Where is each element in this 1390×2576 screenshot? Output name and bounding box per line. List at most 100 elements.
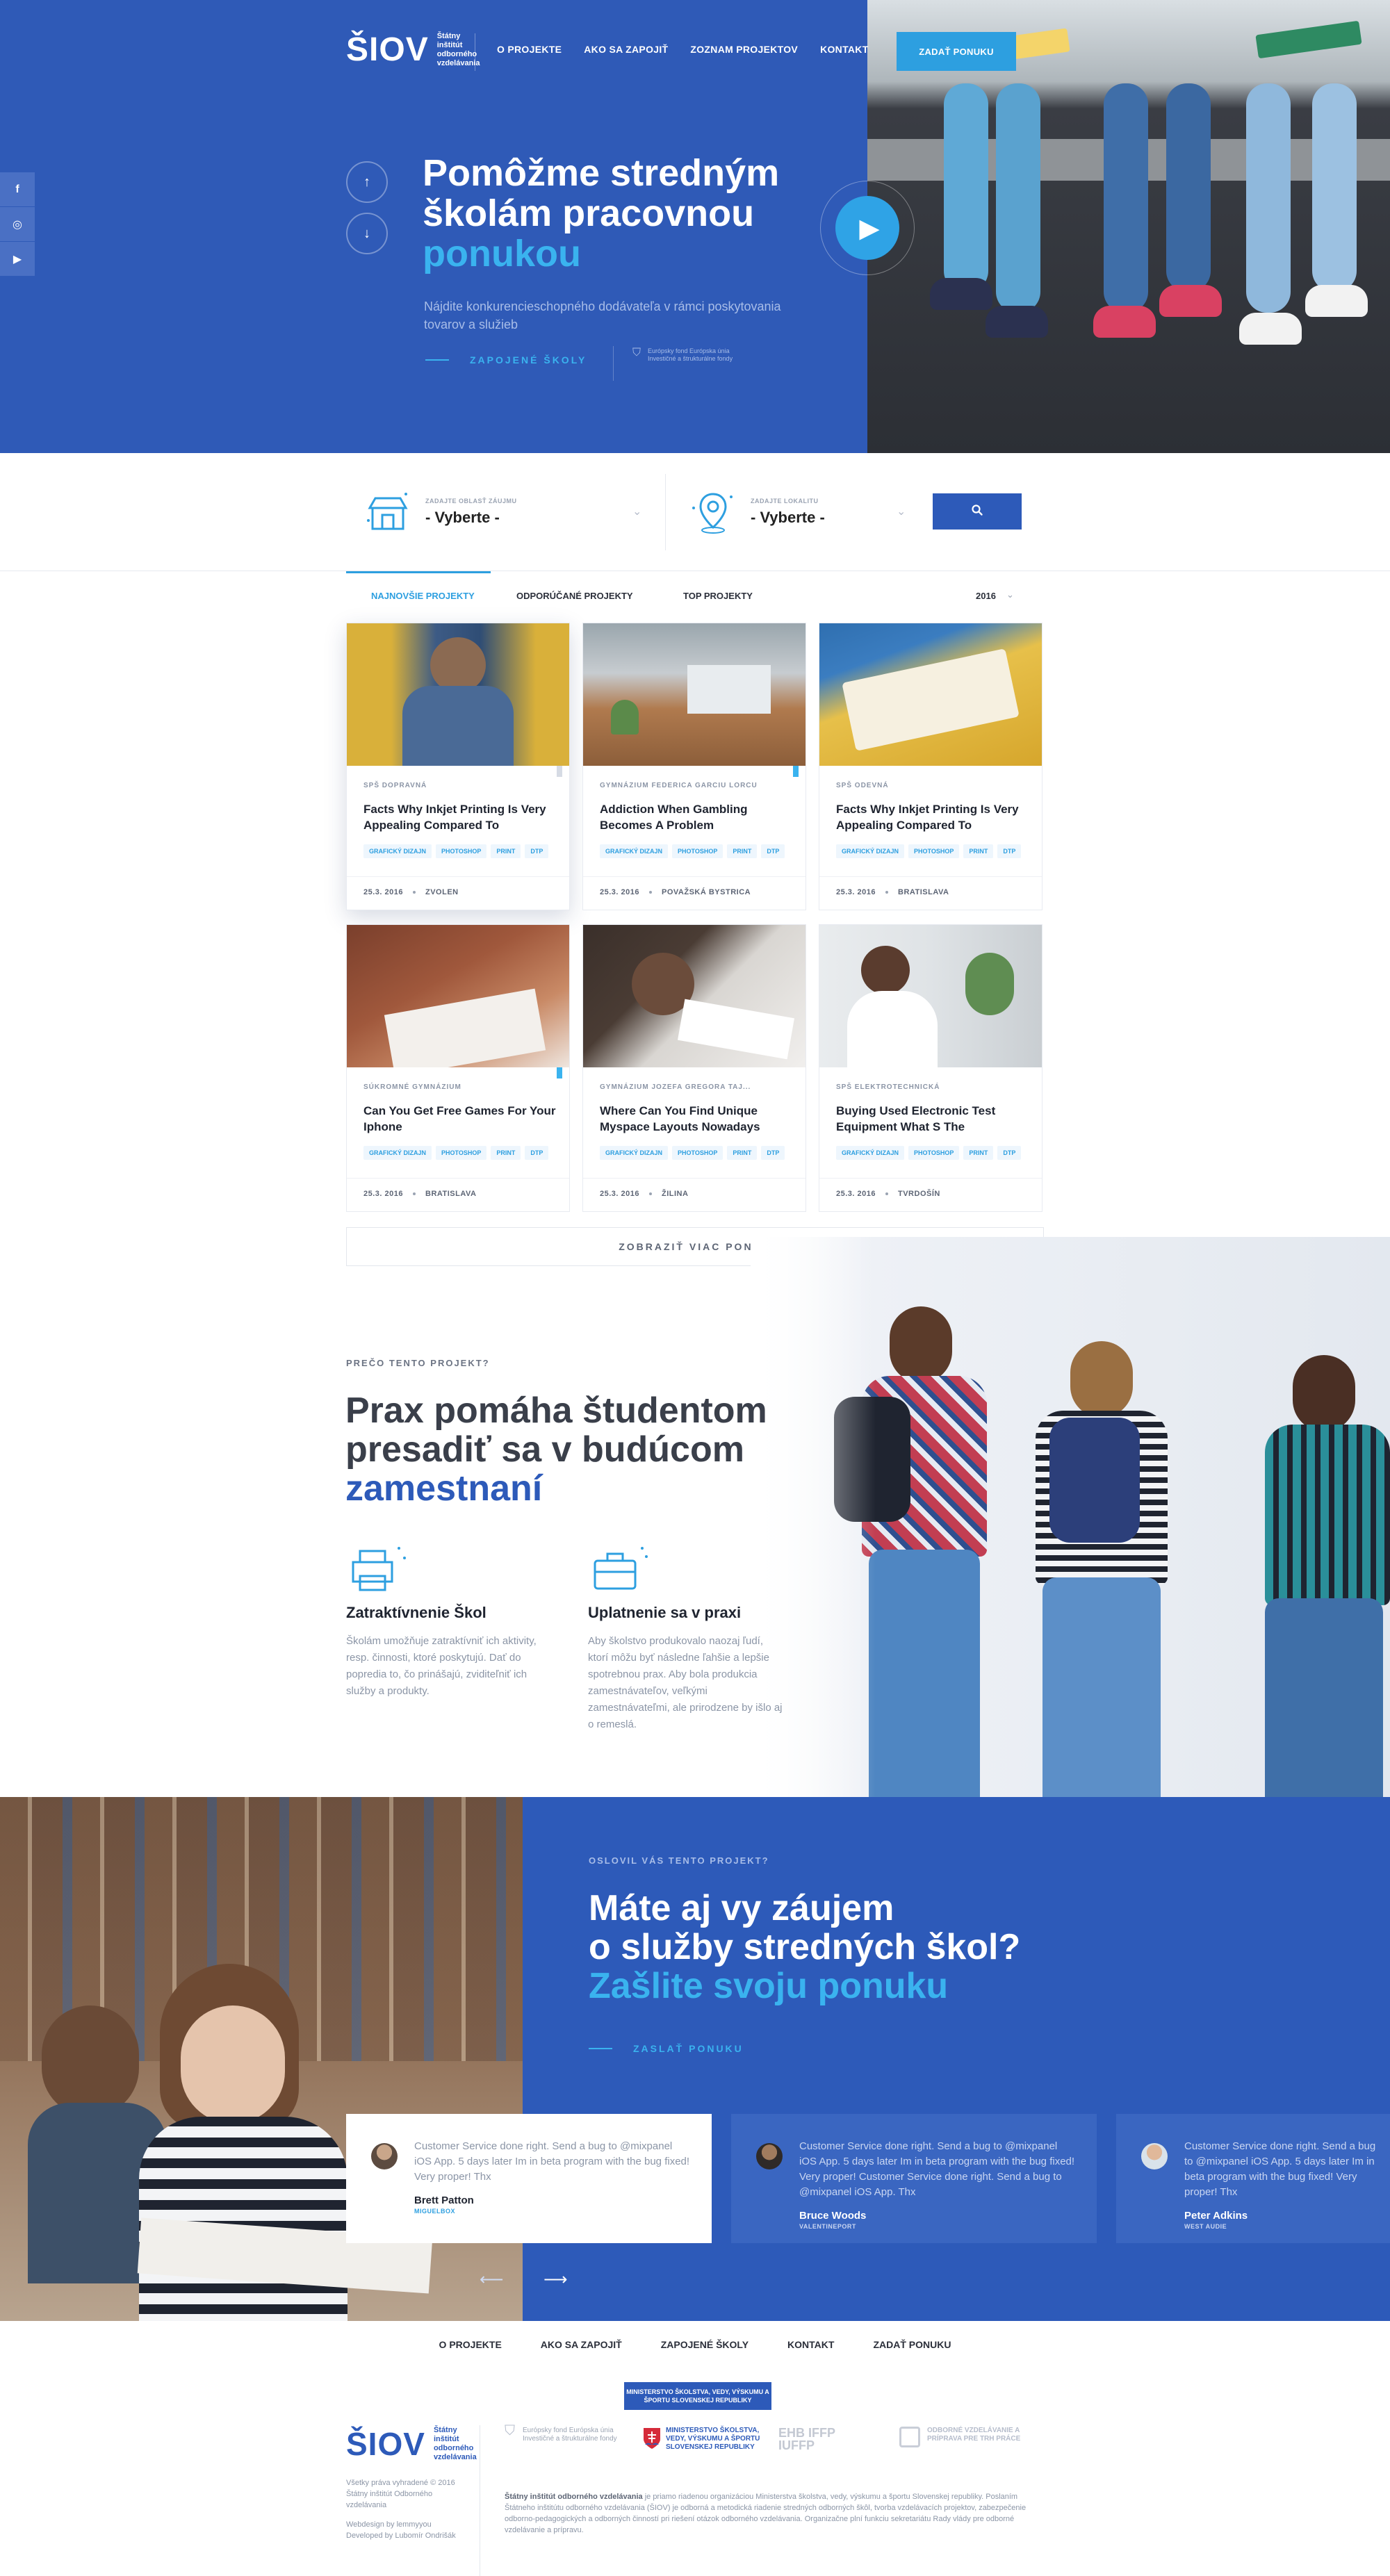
chevron-down-icon[interactable]: ⌄ <box>897 504 906 518</box>
search-icon <box>972 504 983 516</box>
card-city: POVAŽSKÁ BYSTRICA <box>662 888 751 896</box>
tag[interactable]: GRAFICKÝ DIZAJN <box>363 1146 432 1160</box>
tag[interactable]: GRAFICKÝ DIZAJN <box>600 1146 669 1160</box>
tag[interactable]: PHOTOSHOP <box>672 1146 723 1160</box>
card-meta: 25.3. 2016 BRATISLAVA <box>363 1190 476 1198</box>
offer-title: Máte aj vy záujem o služby stredných ško… <box>589 1889 1145 2005</box>
card-title[interactable]: Buying Used Electronic Test Equipment Wh… <box>836 1103 1031 1135</box>
search-button[interactable] <box>933 493 1022 530</box>
tag[interactable]: PHOTOSHOP <box>436 844 487 858</box>
location-select[interactable]: ZADAJTE LOKALITU - Vyberte - <box>688 481 825 543</box>
project-card[interactable]: SPŠ ODEVNÁ Facts Why Inkjet Printing Is … <box>819 623 1042 910</box>
footer-nav-zapojene-skoly[interactable]: ZAPOJENÉ ŠKOLY <box>661 2339 749 2350</box>
card-tags: GRAFICKÝ DIZAJN PHOTOSHOP PRINT DTP <box>600 1146 785 1160</box>
tag[interactable]: PHOTOSHOP <box>672 844 723 858</box>
tag[interactable]: PRINT <box>963 844 994 858</box>
card-marker <box>793 766 799 777</box>
tag[interactable]: PRINT <box>727 844 758 858</box>
footer-about: Štátny inštitút odborného vzdelávania je… <box>505 2491 1033 2536</box>
zapojene-skoly-link[interactable]: ZAPOJENÉ ŠKOLY <box>425 354 587 366</box>
card-title[interactable]: Facts Why Inkjet Printing Is Very Appeal… <box>836 801 1031 833</box>
ministry-banner: MINISTERSTVO ŠKOLSTVA, VEDY, VÝSKUMU A Š… <box>624 2382 771 2410</box>
tag[interactable]: DTP <box>525 1146 549 1160</box>
tag[interactable]: PRINT <box>963 1146 994 1160</box>
tag[interactable]: GRAFICKÝ DIZAJN <box>836 844 905 858</box>
shield-icon: ⛉ <box>505 2423 515 2438</box>
facebook-icon[interactable]: f <box>0 172 35 207</box>
vocational-logo-icon <box>899 2427 920 2447</box>
tag[interactable]: PHOTOSHOP <box>908 1146 960 1160</box>
briefcase-icon <box>594 1547 648 1590</box>
tab-odporucane-projekty[interactable]: ODPORÚČANÉ PROJEKTY <box>516 591 633 601</box>
why-photo-students-walking <box>751 1237 1390 1797</box>
card-date: 25.3. 2016 <box>363 1190 403 1198</box>
nav-zoznam-projektov[interactable]: ZOZNAM PROJEKTOV <box>690 44 798 55</box>
tag[interactable]: DTP <box>997 844 1022 858</box>
instagram-icon[interactable]: ◎ <box>0 207 35 242</box>
tag[interactable]: GRAFICKÝ DIZAJN <box>836 1146 905 1160</box>
card-title[interactable]: Where Can You Find Unique Myspace Layout… <box>600 1103 794 1135</box>
offer-title-line2: o služby stredných škol? <box>589 1927 1021 1967</box>
tag[interactable]: DTP <box>761 1146 785 1160</box>
card-marker <box>557 1067 562 1078</box>
footer-nav-ako-sa-zapojit[interactable]: AKO SA ZAPOJIŤ <box>541 2339 622 2350</box>
partner-odborne-vzdelavanie[interactable]: ODBORNÉ VZDELÁVANIE A PRÍPRAVA PRE TRH P… <box>899 2427 1031 2447</box>
tag[interactable]: PRINT <box>491 1146 521 1160</box>
tab-top-projekty[interactable]: TOP PROJEKTY <box>683 591 753 601</box>
testimonial-card: Customer Service done right. Send a bug … <box>731 2114 1097 2243</box>
card-tags: GRAFICKÝ DIZAJN PHOTOSHOP PRINT DTP <box>836 1146 1022 1160</box>
youtube-icon[interactable]: ▶ <box>0 242 35 277</box>
project-card[interactable]: SPŠ ELEKTROTECHNICKÁ Buying Used Electro… <box>819 924 1042 1212</box>
card-title[interactable]: Facts Why Inkjet Printing Is Very Appeal… <box>363 801 558 833</box>
footer-logo[interactable]: ŠIOV Štátny inštitút odborného vzdelávan… <box>346 2425 482 2463</box>
card-date: 25.3. 2016 <box>600 1190 639 1198</box>
partner-eu-funds[interactable]: ⛉ Európsky fond Európska únia Investičné… <box>505 2423 623 2443</box>
tab-najnovsie-projekty[interactable]: NAJNOVŠIE PROJEKTY <box>371 591 475 601</box>
arrow-left-icon[interactable]: ⟵ <box>480 2270 503 2290</box>
play-icon: ▶ <box>859 213 880 243</box>
interest-area-value: - Vyberte - <box>425 509 500 526</box>
card-image-man-with-tablet <box>347 623 569 766</box>
footer-nav-kontakt[interactable]: KONTAKT <box>787 2339 834 2350</box>
chevron-down-icon[interactable]: ⌄ <box>1006 589 1014 600</box>
zadat-ponuku-button[interactable]: ZADAŤ PONUKU <box>897 32 1016 71</box>
card-title[interactable]: Can You Get Free Games For Your Iphone <box>363 1103 558 1135</box>
nav-ako-sa-zapojit[interactable]: AKO SA ZAPOJIŤ <box>584 44 668 55</box>
project-card[interactable]: SÚKROMNÉ GYMNÁZIUM Can You Get Free Game… <box>346 924 570 1212</box>
location-pin-icon <box>692 493 733 534</box>
tag[interactable]: PRINT <box>491 844 521 858</box>
slide-up-button[interactable]: ↑ <box>346 161 388 203</box>
project-card[interactable]: GYMNÁZIUM JOZEFA GREGORA TAJ... Where Ca… <box>582 924 806 1212</box>
chevron-down-icon[interactable]: ⌄ <box>632 504 641 518</box>
card-image-woman-with-plant <box>819 925 1042 1067</box>
testimonial-quote: Customer Service done right. Send a bug … <box>799 2140 1075 2198</box>
tag[interactable]: DTP <box>997 1146 1022 1160</box>
nav-o-projekte[interactable]: O PROJEKTE <box>497 44 562 55</box>
zaslat-ponuku-link[interactable]: ZASLAŤ PONUKU <box>589 2043 744 2054</box>
tag[interactable]: DTP <box>761 844 785 858</box>
footer-nav-zadat-ponuku[interactable]: ZADAŤ PONUKU <box>873 2339 951 2350</box>
testimonial-quote: Customer Service done right. Send a bug … <box>414 2140 690 2183</box>
interest-area-select[interactable]: ZADAJTE OBLASŤ ZÁUJMU - Vyberte - <box>363 481 517 543</box>
testimonial-name: Bruce Woods <box>799 2210 867 2222</box>
tag[interactable]: PHOTOSHOP <box>436 1146 487 1160</box>
partner-ehb[interactable]: EHB IFFP IUFFP <box>778 2427 862 2452</box>
footer-nav-o-projekte[interactable]: O PROJEKTE <box>439 2339 502 2350</box>
project-card[interactable]: GYMNÁZIUM FEDERICA GARCIU LORCU Addictio… <box>582 623 806 910</box>
tag[interactable]: DTP <box>525 844 549 858</box>
siov-logo[interactable]: ŠIOV Štátny inštitút odborného vzdelávan… <box>346 31 486 69</box>
tag[interactable]: GRAFICKÝ DIZAJN <box>363 844 432 858</box>
partner-ministry[interactable]: MINISTERSTVO ŠKOLSTVA, VEDY, VÝSKUMU A Š… <box>642 2427 767 2452</box>
testimonial-name: Peter Adkins <box>1184 2210 1248 2222</box>
video-play-button[interactable]: ▶ <box>820 181 915 275</box>
tag[interactable]: PRINT <box>727 1146 758 1160</box>
nav-kontakt[interactable]: KONTAKT <box>820 44 869 55</box>
arrow-right-icon[interactable]: ⟶ <box>543 2270 567 2290</box>
tag[interactable]: GRAFICKÝ DIZAJN <box>600 844 669 858</box>
slide-down-button[interactable]: ↓ <box>346 213 388 254</box>
hero-title-accent: ponukou <box>423 233 581 274</box>
card-title[interactable]: Addiction When Gambling Becomes A Proble… <box>600 801 794 833</box>
tag[interactable]: PHOTOSHOP <box>908 844 960 858</box>
project-card[interactable]: SPŠ DOPRAVNÁ Facts Why Inkjet Printing I… <box>346 623 570 910</box>
year-select[interactable]: 2016 <box>976 591 996 601</box>
